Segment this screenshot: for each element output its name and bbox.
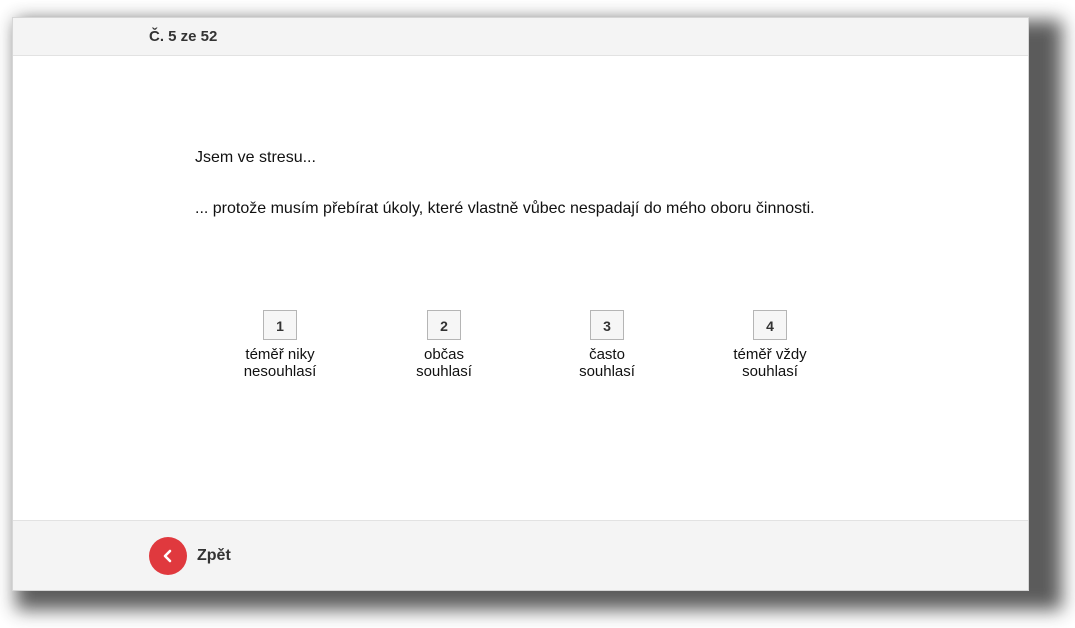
answer-button-3[interactable]: 3	[590, 310, 624, 340]
answer-label-4: téměř vždy souhlasí	[733, 346, 807, 380]
answer-button-2[interactable]: 2	[427, 310, 461, 340]
answer-option-1[interactable]: 1 téměř niky nesouhlasí	[220, 310, 340, 380]
answer-button-4[interactable]: 4	[753, 310, 787, 340]
header-bar: Č. 5 ze 52	[13, 18, 1028, 56]
chevron-left-icon[interactable]	[149, 537, 187, 575]
question-text: ... protože musím přebírat úkoly, které …	[195, 200, 815, 217]
question-counter: Č. 5 ze 52	[149, 28, 218, 45]
answer-label-2: občas souhlasí	[416, 346, 472, 380]
footer-bar: Zpět	[13, 520, 1028, 590]
question-title: Jsem ve stresu...	[195, 149, 316, 166]
back-button[interactable]: Zpět	[149, 537, 231, 575]
answer-button-1[interactable]: 1	[263, 310, 297, 340]
answer-label-3: často souhlasí	[579, 346, 635, 380]
answer-option-4[interactable]: 4 téměř vždy souhlasí	[710, 310, 830, 380]
answer-option-2[interactable]: 2 občas souhlasí	[384, 310, 504, 380]
answer-option-3[interactable]: 3 často souhlasí	[547, 310, 667, 380]
answer-label-1: téměř niky nesouhlasí	[243, 346, 317, 380]
survey-window: Č. 5 ze 52 Jsem ve stresu... ... protože…	[12, 17, 1029, 591]
back-label[interactable]: Zpět	[197, 547, 231, 565]
